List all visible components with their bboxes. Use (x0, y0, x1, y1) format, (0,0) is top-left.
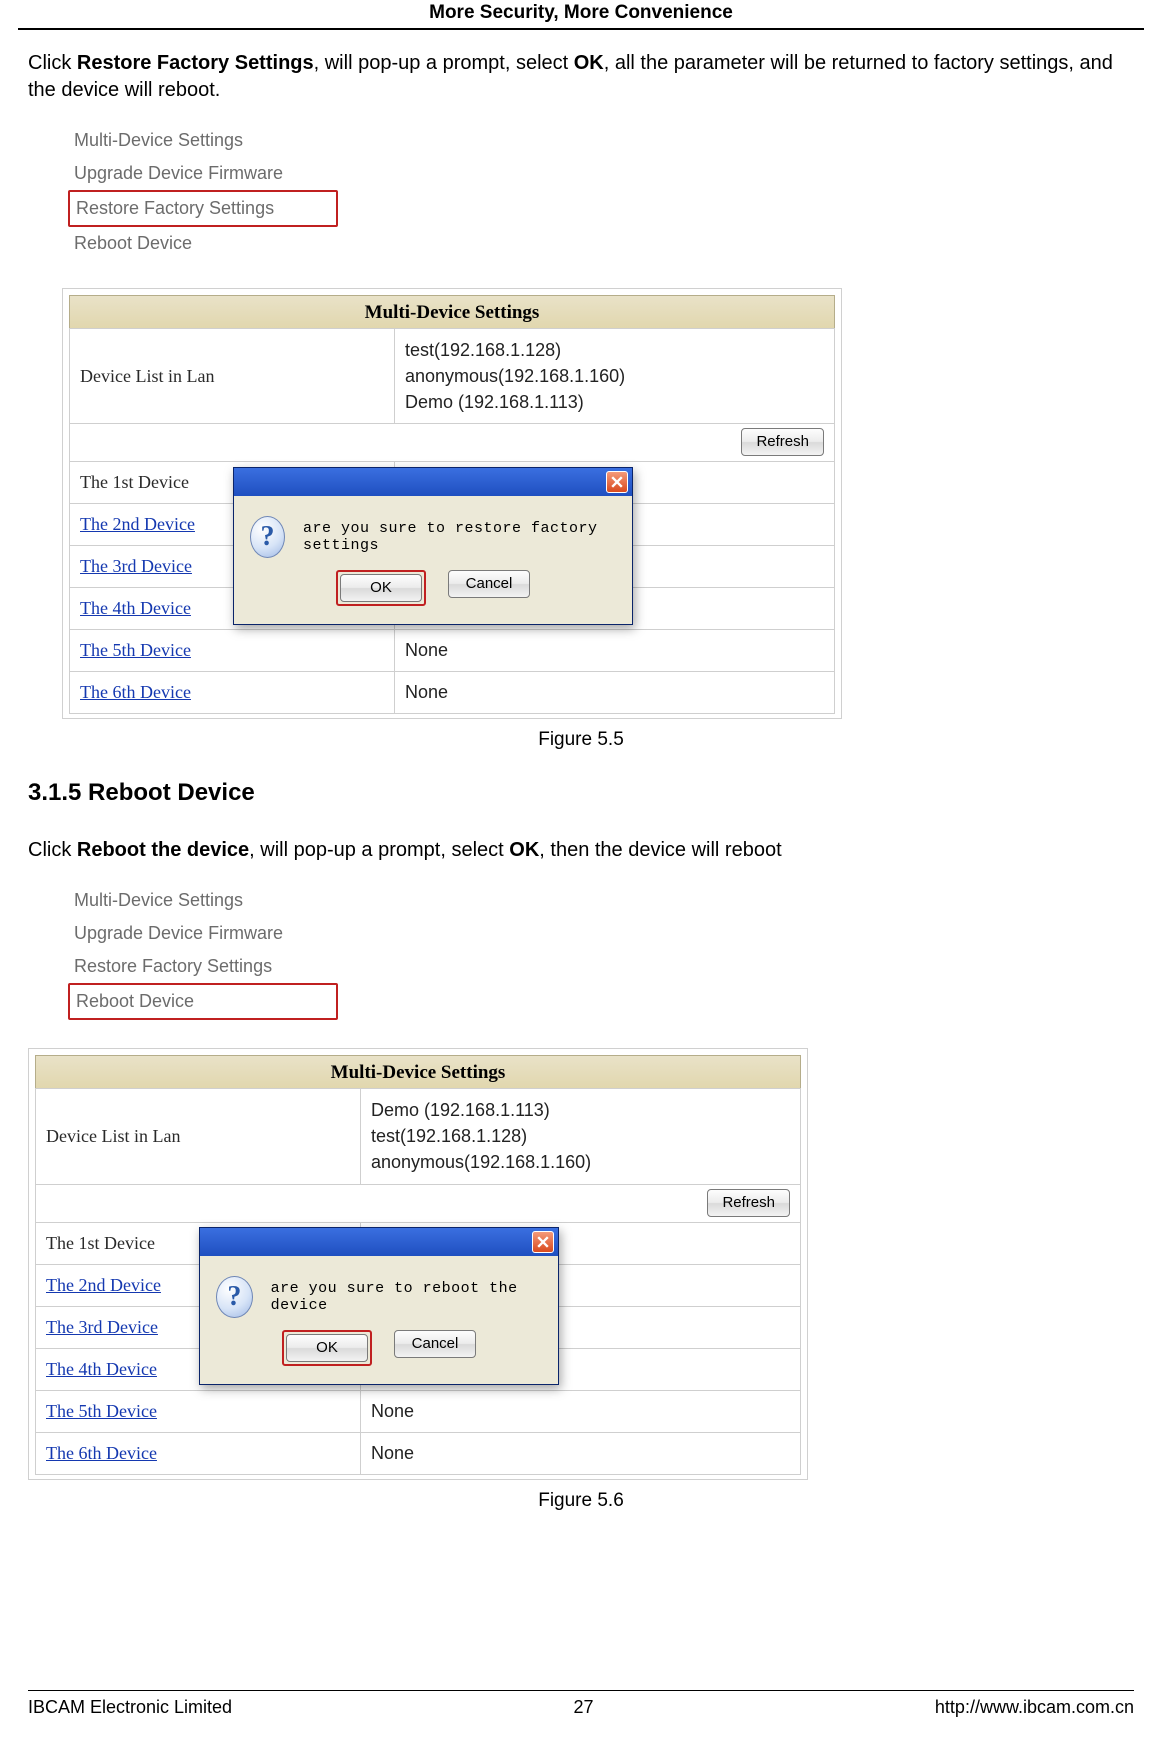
row-6th-label[interactable]: The 6th Device (36, 1433, 361, 1474)
row-6th-label[interactable]: The 6th Device (70, 672, 395, 713)
cancel-button[interactable]: Cancel (448, 570, 530, 598)
refresh-button[interactable]: Refresh (707, 1189, 790, 1217)
section2-intro: Click Reboot the device, will pop-up a p… (28, 837, 1134, 864)
section2-panel: Multi-Device Settings Device List in Lan… (28, 1048, 808, 1479)
menu-item-reboot[interactable]: Reboot Device (68, 983, 338, 1020)
ok-button[interactable]: OK (286, 1334, 368, 1362)
lan-label: Device List in Lan (36, 1089, 361, 1183)
page-footer: IBCAM Electronic Limited 27 http://www.i… (28, 1690, 1134, 1718)
question-icon: ? (216, 1276, 253, 1318)
row-5th-label[interactable]: The 5th Device (36, 1391, 361, 1432)
page-header: More Security, More Convenience (18, 0, 1144, 30)
row-6th-value: None (405, 682, 448, 703)
menu-item-upgrade-firmware[interactable]: Upgrade Device Firmware (68, 157, 338, 190)
dialog-message: are you sure to reboot the device (271, 1280, 542, 1314)
footer-right: http://www.ibcam.com.cn (935, 1697, 1134, 1718)
row-5th-value: None (371, 1401, 414, 1422)
reboot-confirm-dialog: ? are you sure to reboot the device OK C… (199, 1227, 559, 1385)
section1-menu: Multi-Device Settings Upgrade Device Fir… (68, 124, 338, 260)
menu-item-reboot[interactable]: Reboot Device (68, 227, 338, 260)
panel-title: Multi-Device Settings (69, 295, 835, 329)
menu-item-multi-device[interactable]: Multi-Device Settings (68, 124, 338, 157)
refresh-button[interactable]: Refresh (741, 428, 824, 456)
section1-intro: Click Restore Factory Settings, will pop… (28, 50, 1134, 104)
section-3-1-5-heading: 3.1.5 Reboot Device (28, 779, 1134, 807)
close-icon[interactable] (606, 471, 628, 493)
dialog-message: are you sure to restore factory settings (303, 520, 616, 554)
close-icon[interactable] (532, 1231, 554, 1253)
footer-left: IBCAM Electronic Limited (28, 1697, 232, 1718)
ok-button[interactable]: OK (340, 574, 422, 602)
restore-confirm-dialog: ? are you sure to restore factory settin… (233, 467, 633, 625)
panel-title: Multi-Device Settings (35, 1055, 801, 1089)
lan-values: test(192.168.1.128) anonymous(192.168.1.… (405, 337, 625, 415)
menu-item-restore-factory[interactable]: Restore Factory Settings (68, 950, 338, 983)
menu-item-multi-device[interactable]: Multi-Device Settings (68, 884, 338, 917)
cancel-button[interactable]: Cancel (394, 1330, 476, 1358)
section2-menu: Multi-Device Settings Upgrade Device Fir… (68, 884, 338, 1020)
row-5th-label[interactable]: The 5th Device (70, 630, 395, 671)
lan-label: Device List in Lan (70, 329, 395, 423)
dialog-titlebar (234, 468, 632, 496)
row-5th-value: None (405, 640, 448, 661)
menu-item-upgrade-firmware[interactable]: Upgrade Device Firmware (68, 917, 338, 950)
section1-panel: Multi-Device Settings Device List in Lan… (62, 288, 842, 719)
question-icon: ? (250, 516, 285, 558)
dialog-titlebar (200, 1228, 558, 1256)
row-6th-value: None (371, 1443, 414, 1464)
lan-values: Demo (192.168.1.113) test(192.168.1.128)… (371, 1097, 591, 1175)
figure-5-5-caption: Figure 5.5 (28, 729, 1134, 751)
footer-page-number: 27 (573, 1697, 593, 1718)
menu-item-restore-factory[interactable]: Restore Factory Settings (68, 190, 338, 227)
figure-5-6-caption: Figure 5.6 (28, 1490, 1134, 1512)
